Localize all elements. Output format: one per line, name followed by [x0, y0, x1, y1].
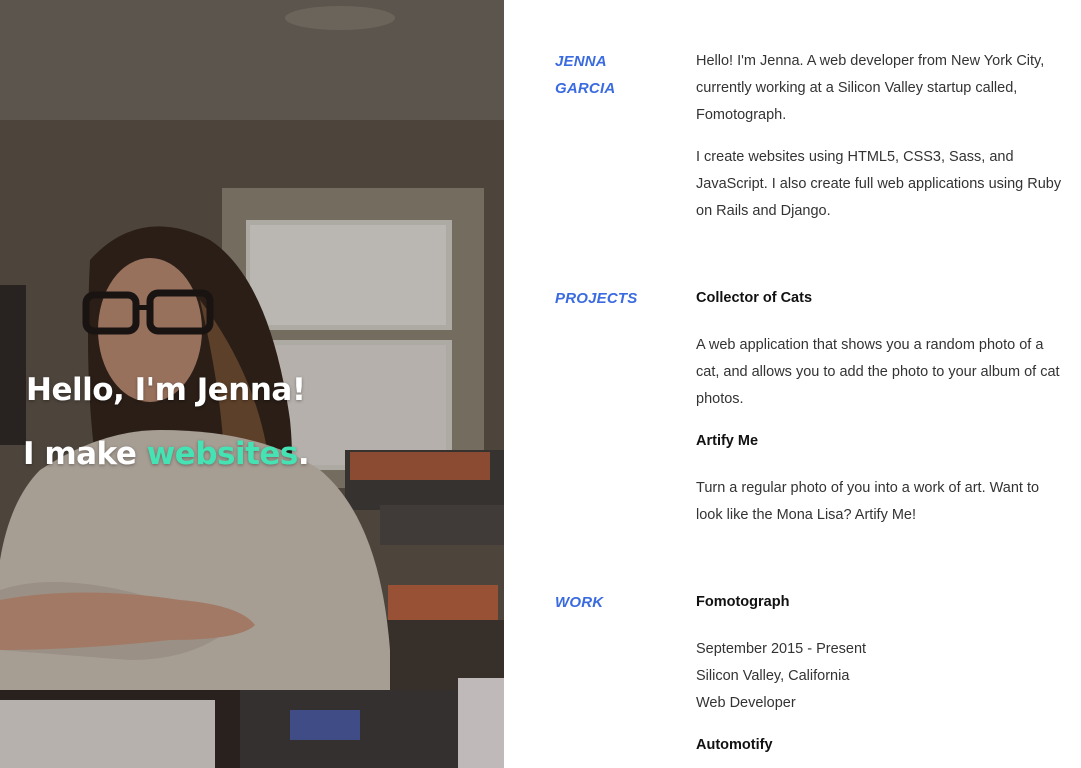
projects-body: Collector of Cats A web application that… — [696, 285, 1068, 529]
work-dates: September 2015 - Present — [696, 641, 867, 657]
project-title: Artify Me — [696, 433, 759, 449]
hero-tagline-suffix: . — [297, 436, 310, 472]
work-label: WORK — [555, 594, 604, 611]
project-item: Artify Me Turn a regular photo of you in… — [696, 428, 1068, 529]
about-label: JENNA GARCIA — [555, 48, 655, 102]
about-label-last-name: GARCIA — [555, 80, 616, 97]
hero-tagline-accent: websites — [146, 436, 299, 472]
hero-panel: Hello, I'm Jenna! I make websites. — [0, 0, 504, 768]
about-label-first-name: JENNA — [555, 53, 607, 70]
project-description: A web application that shows you a rando… — [696, 337, 1060, 407]
hero-greeting: Hello, I'm Jenna! — [26, 372, 306, 408]
content-panel: JENNA GARCIA Hello! I'm Jenna. A web dev… — [504, 0, 1081, 768]
work-role: Web Developer — [696, 695, 796, 711]
project-item: Collector of Cats A web application that… — [696, 285, 1068, 413]
work-body: Fomotograph September 2015 - Present Sil… — [696, 589, 1068, 759]
work-title: Fomotograph — [696, 594, 790, 610]
work-title: Automotify — [696, 737, 773, 753]
projects-label: PROJECTS — [555, 290, 638, 307]
project-title: Collector of Cats — [696, 290, 813, 306]
work-item: Fomotograph September 2015 - Present Sil… — [696, 589, 1068, 717]
hero-tagline: I make websites. — [23, 436, 310, 472]
about-paragraph: I create websites using HTML5, CSS3, Sas… — [696, 149, 1062, 219]
work-item: Automotify — [696, 732, 1068, 759]
hero-tagline-prefix: I make — [23, 436, 147, 472]
work-location: Silicon Valley, California — [696, 668, 850, 684]
about-paragraph: Hello! I'm Jenna. A web developer from N… — [696, 53, 1045, 123]
about-body: Hello! I'm Jenna. A web developer from N… — [696, 48, 1068, 240]
project-description: Turn a regular photo of you into a work … — [696, 480, 1040, 523]
